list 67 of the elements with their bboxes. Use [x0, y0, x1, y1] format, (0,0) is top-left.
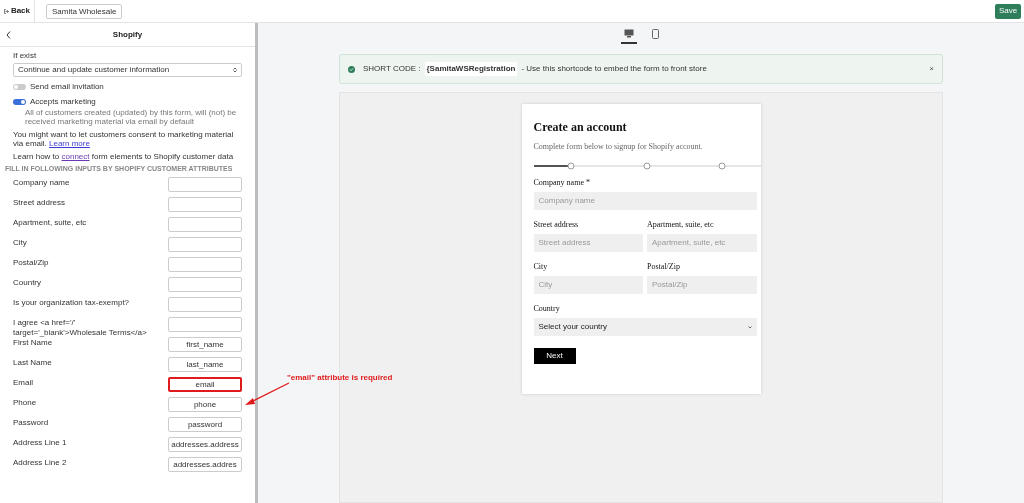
if-exist-select[interactable]: Continue and update customer information	[13, 63, 242, 77]
shortcode-value: {SamitaWSRegistration	[424, 62, 518, 76]
shortcode-hint: - Use this shortcode to embed the form to front store	[521, 63, 707, 75]
field-label: Apartment, suite, etc	[647, 219, 715, 231]
attribute-field[interactable]	[168, 237, 242, 252]
mapping-label: Phone	[13, 398, 37, 408]
mapping-label: Address Line 2	[13, 458, 67, 468]
form-title: Create an account	[533, 119, 628, 136]
attribute-field[interactable]: addresses.address	[168, 437, 242, 452]
sort-caret-icon	[233, 67, 237, 73]
form-subtitle: Complete form below to signup for Shopify account.	[533, 141, 704, 153]
annotation-arrow	[243, 382, 291, 407]
field-label: Street address	[533, 219, 580, 231]
toggle-switch[interactable]	[13, 84, 26, 90]
toggle-label: Send email invitation	[30, 82, 104, 92]
mapping-label: Country	[13, 278, 41, 288]
check-circle-icon	[348, 65, 355, 73]
annotation-text: "email" attribute is required	[287, 372, 393, 384]
close-button[interactable]: ×	[929, 63, 934, 75]
attribute-field[interactable]: last_name	[168, 357, 242, 372]
mapping-label: Street address	[13, 198, 66, 208]
mapping-label: Apartment, suite, etc	[13, 218, 87, 228]
shortcode-label: SHORT CODE :	[363, 63, 421, 75]
attribute-field[interactable]: password	[168, 417, 242, 432]
exit-icon	[4, 7, 9, 15]
mapping-label: I agree <a href='/' target='_blank'>Wholesale Terms</a>	[13, 318, 148, 338]
mapping-label: Company name	[13, 178, 70, 188]
field-label: City	[533, 261, 549, 273]
consent-text: You might want to let customers consent to marketing material via email. Learn more	[13, 130, 235, 148]
attribute-field[interactable]: first_name	[168, 337, 242, 352]
mapping-label: Email	[13, 378, 33, 388]
form-name-field[interactable]: Samita Wholesale	[46, 3, 122, 19]
attribute-field[interactable]	[168, 297, 242, 312]
connect-link[interactable]: connect	[61, 152, 90, 161]
toggle-switch[interactable]	[13, 99, 26, 105]
save-button[interactable]: Save	[995, 3, 1021, 19]
back-button[interactable]: Back	[0, 0, 35, 22]
field-label: Country	[533, 303, 561, 315]
attribute-field[interactable]	[168, 177, 242, 192]
toggle-label: Accepts marketing	[30, 97, 96, 107]
mapping-label: Address Line 1	[13, 438, 67, 448]
attribute-field[interactable]	[168, 317, 242, 332]
connect-text: Learn how to connect form elements to Shopify customer data	[13, 152, 235, 161]
mapping-label: First Name	[13, 338, 53, 348]
field-label: Company name *	[533, 177, 591, 189]
attribute-field[interactable]	[168, 277, 242, 292]
field-label: Postal/Zip	[647, 261, 681, 273]
attribute-field[interactable]: email	[168, 377, 242, 392]
toggle-note: All of customers created (updated) by this form, will (not) be received marketing material via email by default	[25, 108, 238, 126]
attribute-field[interactable]: addresses.addres	[168, 457, 242, 472]
mapping-label: City	[13, 238, 27, 248]
desktop-view-tab[interactable]	[620, 29, 637, 44]
learn-more-link[interactable]: Learn more	[49, 139, 90, 148]
mapping-label: Is your organization tax-exempt?	[13, 298, 130, 308]
chevron-down-icon	[747, 325, 752, 329]
mapping-label: Postal/Zip	[13, 258, 49, 268]
country-select[interactable]: Select your country	[533, 318, 757, 336]
attribute-field[interactable]: phone	[168, 397, 242, 412]
attribute-field[interactable]	[168, 197, 242, 212]
attribute-field[interactable]	[168, 257, 242, 272]
next-button[interactable]: Next	[533, 348, 576, 364]
attribute-field[interactable]	[168, 217, 242, 232]
panel-title: Shopify	[112, 28, 143, 41]
mapping-label: Password	[13, 418, 49, 428]
field-label: If exist	[13, 51, 38, 61]
back-chevron-icon[interactable]	[6, 30, 11, 39]
mapping-label: Last Name	[13, 358, 52, 368]
